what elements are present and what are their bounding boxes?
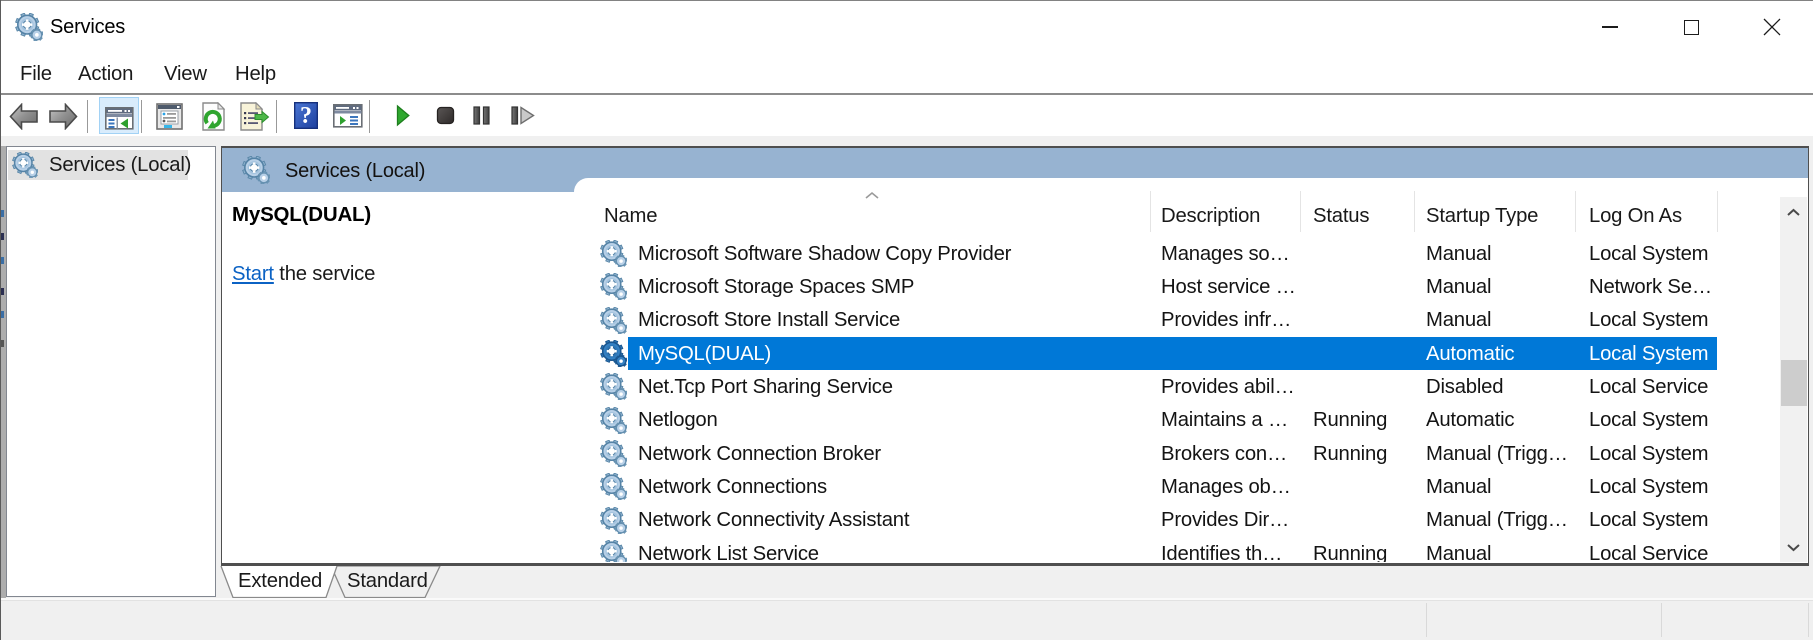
svg-text:?: ? [300, 103, 312, 129]
